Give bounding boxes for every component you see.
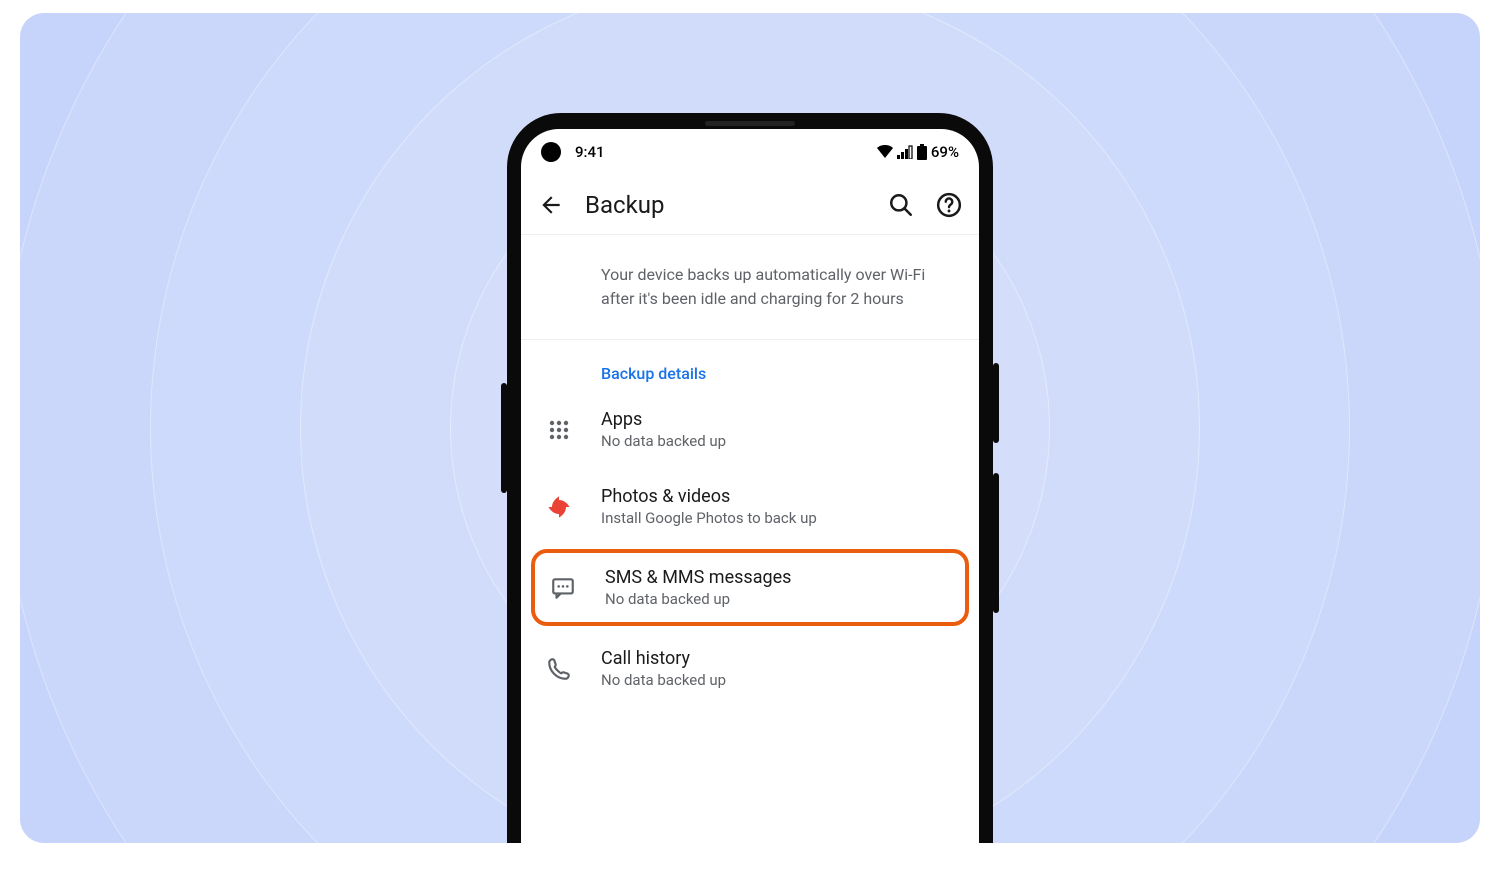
signal-icon (897, 145, 913, 159)
page-title: Backup (585, 191, 867, 219)
phone-side-button (501, 383, 507, 493)
phone-icon (546, 656, 572, 682)
item-title: Call history (601, 648, 959, 669)
help-button[interactable] (935, 191, 963, 219)
backup-item-apps[interactable]: Apps No data backed up (521, 391, 979, 468)
section-backup-details: Backup details (521, 340, 979, 391)
help-icon (936, 192, 962, 218)
backup-item-sms-mms[interactable]: SMS & MMS messages No data backed up (531, 549, 969, 626)
search-icon (888, 192, 914, 218)
backup-item-photos[interactable]: Photos & videos Install Google Photos to… (521, 468, 979, 545)
phone-side-button (993, 363, 999, 443)
status-icons: 69% (877, 143, 959, 161)
background-canvas: 9:41 69% Backup (20, 13, 1480, 843)
status-battery: 69% (931, 143, 959, 161)
phone-earpiece (705, 121, 795, 126)
item-title: Apps (601, 409, 959, 430)
front-camera (541, 142, 561, 162)
backup-item-call-history[interactable]: Call history No data backed up (521, 630, 979, 707)
apps-icon (547, 418, 571, 442)
item-subtitle: No data backed up (605, 590, 955, 608)
item-subtitle: Install Google Photos to back up (601, 509, 959, 527)
search-button[interactable] (887, 191, 915, 219)
item-title: Photos & videos (601, 486, 959, 507)
back-button[interactable] (537, 191, 565, 219)
phone-side-button (993, 473, 999, 613)
battery-icon (917, 144, 927, 160)
phone-screen: 9:41 69% Backup (521, 129, 979, 843)
photos-icon (545, 493, 573, 521)
item-subtitle: No data backed up (601, 671, 959, 689)
wifi-icon (877, 145, 893, 159)
arrow-left-icon (538, 192, 564, 218)
item-subtitle: No data backed up (601, 432, 959, 450)
item-title: SMS & MMS messages (605, 567, 955, 588)
status-time: 9:41 (575, 143, 605, 161)
phone-frame: 9:41 69% Backup (507, 113, 993, 843)
status-bar: 9:41 69% (521, 129, 979, 175)
app-bar: Backup (521, 175, 979, 235)
message-icon (550, 575, 576, 601)
backup-info-text: Your device backs up automatically over … (521, 235, 979, 340)
